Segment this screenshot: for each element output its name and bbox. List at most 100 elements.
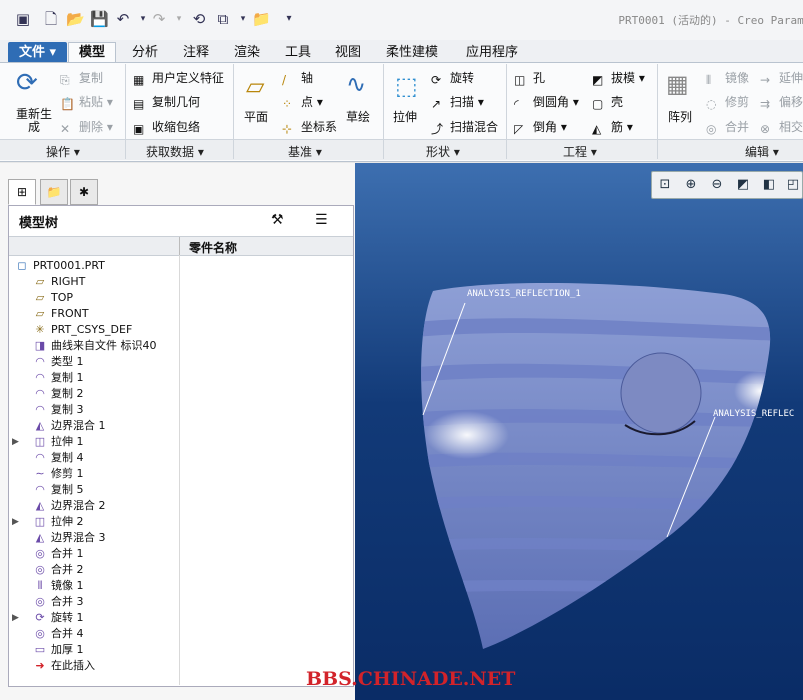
intersect-button[interactable]: ⊗ 相交 bbox=[760, 118, 803, 136]
tree-row[interactable]: ◠ 复制 1 bbox=[9, 370, 179, 386]
chevron-down-icon[interactable]: ▾ bbox=[170, 10, 188, 28]
axis-button[interactable]: / 轴 bbox=[282, 69, 313, 87]
shell-button[interactable]: ▢ 壳 bbox=[592, 93, 623, 111]
save-icon[interactable]: 💾 bbox=[90, 10, 109, 28]
group-editing-label[interactable]: 编辑 ▾ bbox=[745, 143, 779, 160]
draft-button[interactable]: ◩ 拔模 ▾ bbox=[592, 69, 645, 87]
copy-geometry-button[interactable]: ▤ 复制几何 bbox=[133, 93, 200, 111]
expand-arrow-icon[interactable]: ▶ bbox=[12, 514, 19, 530]
udf-button[interactable]: ▦ 用户定义特征 bbox=[133, 69, 224, 87]
redo-icon[interactable]: ↷ bbox=[150, 10, 168, 28]
tree-row[interactable]: ◎ 合并 2 bbox=[9, 562, 179, 578]
sketch-button[interactable]: 草绘 bbox=[346, 108, 370, 125]
paste-button[interactable]: 📋 粘贴 ▾ bbox=[60, 93, 113, 111]
tab-applications[interactable]: 应用程序 bbox=[455, 42, 529, 63]
tree-filters-icon[interactable]: ☰ bbox=[315, 212, 328, 228]
hole-button[interactable]: ◫ 孔 bbox=[514, 69, 545, 87]
open-file-icon[interactable]: 📂 bbox=[66, 10, 85, 28]
trim-button[interactable]: ◌ 修剪 bbox=[706, 93, 749, 111]
expand-arrow-icon[interactable]: ▶ bbox=[12, 434, 19, 450]
analysis-annotation[interactable]: ANALYSIS_REFLEC bbox=[713, 409, 794, 419]
tree-row[interactable]: ▭ 加厚 1 bbox=[9, 642, 179, 658]
tab-flexible-modeling[interactable]: 柔性建模 bbox=[375, 42, 449, 63]
tree-row[interactable]: ◎ 合并 4 bbox=[9, 626, 179, 642]
windows-icon[interactable]: ⧉ bbox=[214, 10, 232, 28]
extrude-icon[interactable]: ⬚ bbox=[395, 72, 418, 100]
group-getdata-label[interactable]: 获取数据 ▾ bbox=[146, 143, 204, 160]
tab-render[interactable]: 渲染 bbox=[223, 42, 271, 63]
tab-annotate[interactable]: 注释 bbox=[172, 42, 220, 63]
copy-button[interactable]: ⎘ 复制 bbox=[60, 69, 103, 87]
tree-row[interactable]: ◠ 复制 5 bbox=[9, 482, 179, 498]
tree-row[interactable]: ▶ ◫ 拉伸 2 bbox=[9, 514, 179, 530]
tree-row[interactable]: ◭ 边界混合 1 bbox=[9, 418, 179, 434]
tree-row[interactable]: ◠ 类型 1 bbox=[9, 354, 179, 370]
sketch-icon[interactable]: ∿ bbox=[346, 70, 366, 98]
tree-row[interactable]: ▱ TOP bbox=[9, 290, 179, 306]
tree-row[interactable]: ◨ 曲线来自文件 标识40 bbox=[9, 338, 179, 354]
favorites-tab-icon[interactable]: ✱ bbox=[70, 179, 98, 205]
mirror-button[interactable]: ⫴ 镜像 bbox=[706, 69, 749, 87]
tree-settings-icon[interactable]: ⚒ bbox=[271, 212, 284, 228]
chamfer-button[interactable]: ◸ 倒角 ▾ bbox=[514, 118, 567, 136]
revolve-button[interactable]: ⟳ 旋转 bbox=[431, 69, 474, 87]
extend-button[interactable]: → 延伸 bbox=[760, 69, 803, 87]
model-tree: 模型树 ⚒ ☰ 零件名称 ◻ PRT0001.PRT ▱ RIGHT ▱ TOP ▱ FRON… bbox=[8, 205, 354, 687]
column-part-name[interactable]: 零件名称 bbox=[189, 239, 237, 256]
chamfer-icon: ◸ bbox=[514, 122, 524, 136]
tree-row[interactable]: ⫴ 镜像 1 bbox=[9, 578, 179, 594]
sweep-button[interactable]: ↗ 扫描 ▾ bbox=[431, 93, 484, 111]
close-window-icon[interactable]: 📁 bbox=[252, 10, 271, 28]
regenerate-icon[interactable]: ⟲ bbox=[190, 10, 208, 28]
tree-row[interactable]: ✳ PRT_CSYS_DEF bbox=[9, 322, 179, 338]
point-button[interactable]: ⁘ 点 ▾ bbox=[282, 93, 323, 111]
tree-row[interactable]: ◎ 合并 3 bbox=[9, 594, 179, 610]
tree-row[interactable]: ◭ 边界混合 3 bbox=[9, 530, 179, 546]
group-shapes-label[interactable]: 形状 ▾ bbox=[426, 143, 460, 160]
tree-row[interactable]: ▱ RIGHT bbox=[9, 274, 179, 290]
tree-row[interactable]: ∼ 修剪 1 bbox=[9, 466, 179, 482]
tab-file[interactable]: 文件 ▾ bbox=[8, 42, 68, 63]
round-button[interactable]: ◜ 倒圆角 ▾ bbox=[514, 93, 579, 111]
swept-blend-button[interactable]: ⤴ 扫描混合 bbox=[431, 118, 498, 136]
pattern-icon[interactable]: ▦ bbox=[666, 70, 689, 98]
csys-button[interactable]: ⊹ 坐标系 bbox=[282, 118, 337, 136]
tree-row[interactable]: ➜ 在此插入 bbox=[9, 658, 179, 674]
tab-model[interactable]: 模型 bbox=[68, 42, 117, 62]
regenerate-button[interactable]: 重新生成 bbox=[14, 108, 54, 134]
graphics-viewport[interactable]: ⊡ ⊕ ⊖ ◩ ◧ ◰ ANALYSIS_REFLECTION_1 ANALYS… bbox=[355, 163, 803, 700]
new-file-icon[interactable]: 🗋 bbox=[42, 10, 60, 28]
group-engineering-label[interactable]: 工程 ▾ bbox=[563, 143, 597, 160]
merge-button[interactable]: ◎ 合并 bbox=[706, 118, 749, 136]
tree-row[interactable]: ▱ FRONT bbox=[9, 306, 179, 322]
chevron-down-icon[interactable]: ▾ bbox=[234, 10, 252, 28]
group-operations-label[interactable]: 操作 ▾ bbox=[46, 143, 80, 160]
tree-row[interactable]: ◻ PRT0001.PRT bbox=[9, 258, 179, 274]
model-tree-tab-icon[interactable]: ⊞ bbox=[8, 179, 36, 205]
tree-row[interactable]: ◎ 合并 1 bbox=[9, 546, 179, 562]
plane-button[interactable]: 平面 bbox=[244, 108, 268, 125]
shrinkwrap-button[interactable]: ▣ 收缩包络 bbox=[133, 118, 200, 136]
tree-row[interactable]: ▶ ⟳ 旋转 1 bbox=[9, 610, 179, 626]
group-datum-label[interactable]: 基准 ▾ bbox=[288, 143, 322, 160]
extrude-button[interactable]: 拉伸 bbox=[393, 108, 417, 125]
tab-view[interactable]: 视图 bbox=[324, 42, 372, 63]
tree-row[interactable]: ◠ 复制 2 bbox=[9, 386, 179, 402]
rib-button[interactable]: ◭ 筋 ▾ bbox=[592, 118, 633, 136]
regenerate-icon[interactable]: ⟳ bbox=[16, 68, 38, 98]
tree-row[interactable]: ▶ ◫ 拉伸 1 bbox=[9, 434, 179, 450]
tab-tools[interactable]: 工具 bbox=[274, 42, 322, 63]
customize-qat-icon[interactable]: ▾ bbox=[280, 10, 298, 28]
tree-row[interactable]: ◭ 边界混合 2 bbox=[9, 498, 179, 514]
tree-row[interactable]: ◠ 复制 4 bbox=[9, 450, 179, 466]
expand-arrow-icon[interactable]: ▶ bbox=[12, 610, 19, 626]
plane-icon[interactable]: ▱ bbox=[246, 72, 264, 100]
analysis-annotation[interactable]: ANALYSIS_REFLECTION_1 bbox=[467, 289, 581, 299]
undo-icon[interactable]: ↶ bbox=[114, 10, 132, 28]
tab-analysis[interactable]: 分析 bbox=[121, 42, 169, 63]
offset-button[interactable]: ⇉ 偏移 bbox=[760, 93, 803, 111]
delete-button[interactable]: ✕ 删除 ▾ bbox=[60, 118, 113, 136]
folder-browser-tab-icon[interactable]: 📁 bbox=[40, 179, 68, 205]
tree-row[interactable]: ◠ 复制 3 bbox=[9, 402, 179, 418]
pattern-button[interactable]: 阵列 bbox=[668, 108, 692, 125]
